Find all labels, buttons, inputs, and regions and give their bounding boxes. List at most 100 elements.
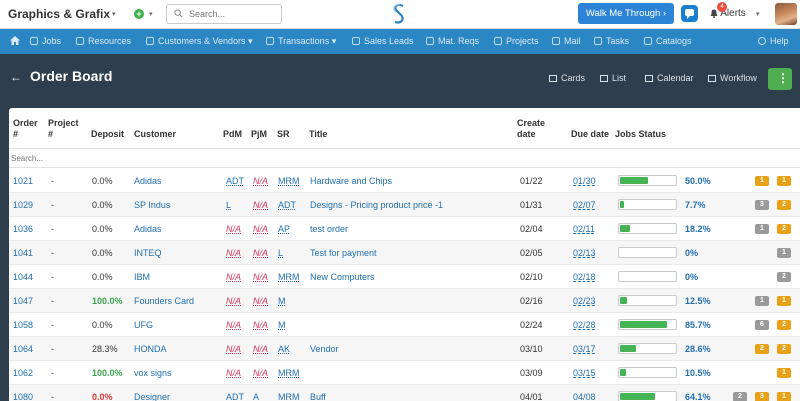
due-date-link[interactable]: 02/28	[573, 320, 596, 330]
sr-value[interactable]: AK	[278, 344, 290, 354]
nav-resources[interactable]: Resources	[76, 29, 131, 54]
pjm-value[interactable]: N/A	[253, 224, 268, 234]
order-number-link[interactable]: 1021	[13, 176, 33, 186]
view-calendar[interactable]: Calendar	[645, 73, 694, 83]
table-row[interactable]: 1080 - 0.0% Designer ADT A MRM Buff 04/01 04/08 64…	[9, 385, 800, 401]
table-row[interactable]: 1041 - 0.0% INTEQ N/A N/A L Test for payment 02/…	[9, 241, 800, 265]
customer-link[interactable]: UFG	[134, 320, 153, 330]
job-count-badge[interactable]: 3	[755, 200, 769, 210]
nav-sales-leads[interactable]: Sales Leads	[352, 29, 414, 54]
pdm-value[interactable]: L	[226, 200, 231, 210]
order-number-link[interactable]: 1041	[13, 248, 33, 258]
job-count-badge[interactable]: 2	[733, 392, 747, 401]
due-date-link[interactable]: 04/08	[573, 392, 596, 401]
sr-value[interactable]: MRM	[278, 176, 300, 186]
job-count-badge[interactable]: 2	[777, 320, 791, 330]
nav-home[interactable]	[10, 29, 20, 54]
table-row[interactable]: 1062 - 100.0% vox signs N/A N/A MRM 03/09 03/15 1…	[9, 361, 800, 385]
order-title-link[interactable]: Vendor	[310, 344, 339, 354]
order-title-link[interactable]: Designs - Pricing product price -1	[310, 200, 443, 210]
order-title-link[interactable]: Hardware and Chips	[310, 176, 392, 186]
table-row[interactable]: 1044 - 0.0% IBM N/A N/A MRM New Computers 02/10 0…	[9, 265, 800, 289]
col-pjm[interactable]: PjM	[251, 129, 267, 140]
pjm-value[interactable]: N/A	[253, 368, 268, 378]
alerts-menu[interactable]: Alerts	[710, 8, 746, 19]
order-title-link[interactable]: Buff	[310, 392, 326, 401]
nav-catalogs[interactable]: Catalogs	[644, 29, 692, 54]
customer-link[interactable]: INTEQ	[134, 248, 162, 258]
customer-link[interactable]: Designer	[134, 392, 170, 401]
order-number-link[interactable]: 1029	[13, 200, 33, 210]
table-row[interactable]: 1036 - 0.0% Adidas N/A N/A AP test order 02/04 02…	[9, 217, 800, 241]
back-arrow-icon[interactable]: ←	[10, 70, 22, 84]
col-due-date[interactable]: Due date	[571, 129, 609, 140]
order-number-link[interactable]: 1080	[13, 392, 33, 401]
due-date-link[interactable]: 02/13	[573, 248, 596, 258]
view-list[interactable]: List	[600, 73, 626, 83]
company-name[interactable]: Graphics & Grafix	[8, 7, 110, 21]
customer-link[interactable]: SP Indus	[134, 200, 170, 210]
col-create-date[interactable]: Create date	[517, 118, 545, 140]
job-count-badge[interactable]: 1	[755, 176, 769, 186]
nav-mat-reqs[interactable]: Mat. Reqs	[426, 29, 479, 54]
view-cards[interactable]: Cards	[549, 73, 585, 83]
sr-value[interactable]: MRM	[278, 368, 300, 378]
job-count-badge[interactable]: 1	[777, 368, 791, 378]
nav-customers-vendors[interactable]: Customers & Vendors ▾	[146, 29, 253, 54]
job-count-badge[interactable]: 2	[777, 200, 791, 210]
table-row[interactable]: 1058 - 0.0% UFG N/A N/A M 02/24 02/28 85.7% 2 6	[9, 313, 800, 337]
pdm-value[interactable]: N/A	[226, 272, 241, 282]
due-date-link[interactable]: 02/18	[573, 272, 596, 282]
pdm-value[interactable]: ADT	[226, 392, 244, 401]
pjm-value[interactable]: N/A	[253, 272, 268, 282]
search-input[interactable]	[189, 7, 277, 21]
job-count-badge[interactable]: 2	[777, 224, 791, 234]
due-date-link[interactable]: 02/11	[573, 224, 595, 234]
job-count-badge[interactable]: 1	[777, 176, 791, 186]
customer-link[interactable]: HONDA	[134, 344, 167, 354]
order-title-link[interactable]: test order	[310, 224, 348, 234]
order-number-link[interactable]: 1064	[13, 344, 33, 354]
nav-transactions[interactable]: Transactions ▾	[266, 29, 336, 54]
table-row[interactable]: 1029 - 0.0% SP Indus L N/A ADT Designs - Pricin…	[9, 193, 800, 217]
avatar[interactable]	[775, 3, 797, 25]
col-customer[interactable]: Customer	[134, 129, 176, 140]
due-date-link[interactable]: 02/07	[573, 200, 596, 210]
job-count-badge[interactable]: 1	[755, 224, 769, 234]
order-number-link[interactable]: 1058	[13, 320, 33, 330]
pjm-value[interactable]: N/A	[253, 344, 268, 354]
customer-link[interactable]: IBM	[134, 272, 150, 282]
pdm-value[interactable]: N/A	[226, 344, 241, 354]
order-number-link[interactable]: 1036	[13, 224, 33, 234]
col-order[interactable]: Order #	[13, 118, 38, 140]
due-date-link[interactable]: 03/17	[573, 344, 596, 354]
pdm-value[interactable]: N/A	[226, 224, 241, 234]
order-title-link[interactable]: Test for payment	[310, 248, 377, 258]
nav-jobs[interactable]: Jobs	[30, 29, 61, 54]
job-count-badge[interactable]: 2	[755, 344, 769, 354]
due-date-link[interactable]: 03/15	[573, 368, 596, 378]
pjm-value[interactable]: N/A	[253, 248, 268, 258]
pdm-value[interactable]: ADT	[226, 176, 244, 186]
global-search[interactable]	[166, 4, 282, 24]
chat-icon[interactable]	[681, 5, 698, 22]
customer-link[interactable]: vox signs	[134, 368, 172, 378]
logo-icon[interactable]	[390, 3, 408, 25]
nav-help[interactable]: Help	[758, 29, 789, 54]
pdm-value[interactable]: N/A	[226, 248, 241, 258]
add-icon[interactable]: +	[134, 9, 144, 19]
sr-value[interactable]: MRM	[278, 272, 300, 282]
nav-mail[interactable]: Mail	[552, 29, 581, 54]
sr-value[interactable]: L	[278, 248, 283, 258]
col-title[interactable]: Title	[309, 129, 327, 140]
pdm-value[interactable]: N/A	[226, 296, 241, 306]
chevron-down-icon[interactable]: ▾	[756, 10, 760, 18]
table-row[interactable]: 1064 - 28.3% HONDA N/A N/A AK Vendor 03/10 03/17 2…	[9, 337, 800, 361]
job-count-badge[interactable]: 1	[777, 296, 791, 306]
due-date-link[interactable]: 01/30	[573, 176, 596, 186]
customer-link[interactable]: Adidas	[134, 224, 162, 234]
sr-value[interactable]: MRM	[278, 392, 300, 401]
col-deposit[interactable]: Deposit	[91, 129, 124, 140]
job-count-badge[interactable]: 1	[755, 296, 769, 306]
walk-me-through-button[interactable]: Walk Me Through ›	[578, 3, 674, 24]
